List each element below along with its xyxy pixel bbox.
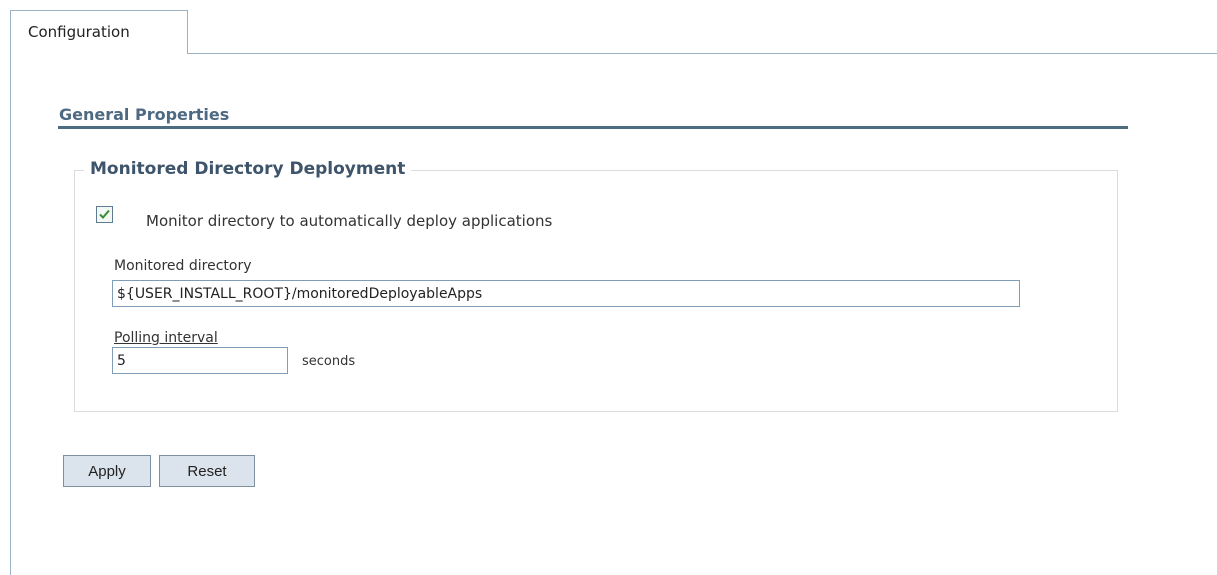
monitored-directory-input[interactable] — [112, 280, 1020, 307]
tab-bar-line — [188, 53, 1217, 54]
polling-interval-input[interactable] — [112, 347, 288, 374]
polling-interval-label: Polling interval — [114, 330, 218, 346]
monitor-directory-checkbox-label: Monitor directory to automatically deplo… — [146, 212, 553, 230]
fieldset-legend: Monitored Directory Deployment — [84, 159, 412, 179]
tab-configuration[interactable]: Configuration — [10, 10, 188, 54]
section-divider — [58, 126, 1128, 129]
reset-button[interactable]: Reset — [159, 455, 255, 487]
checkmark-icon — [99, 209, 110, 219]
tab-configuration-label: Configuration — [28, 23, 130, 41]
polling-interval-unit: seconds — [302, 354, 356, 369]
panel-border — [10, 53, 11, 575]
monitor-directory-checkbox[interactable] — [96, 206, 113, 223]
section-heading-general-properties: General Properties — [59, 105, 230, 124]
monitored-directory-label: Monitored directory — [114, 258, 252, 274]
apply-button[interactable]: Apply — [63, 455, 151, 487]
